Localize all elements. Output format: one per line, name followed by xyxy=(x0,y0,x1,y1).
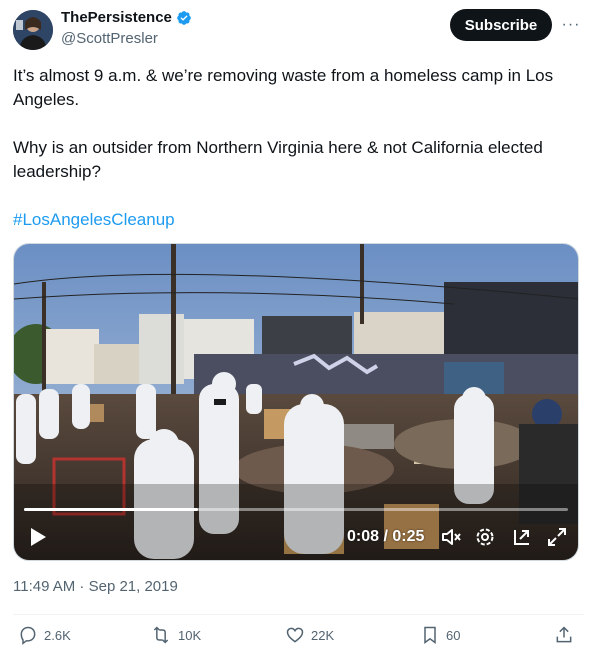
tweet-text: It’s almost 9 a.m. & we’re removing wast… xyxy=(13,64,583,232)
avatar-icon xyxy=(13,10,53,50)
hashtag-link[interactable]: #LosAngelesCleanup xyxy=(13,208,583,232)
bookmark-button[interactable]: 60 xyxy=(420,625,460,645)
action-bar: 2.6K 10K 22K 60 xyxy=(0,625,597,653)
tweet: ThePersistence @ScottPresler Subscribe ·… xyxy=(0,0,597,668)
like-button[interactable]: 22K xyxy=(285,625,334,645)
bookmark-icon xyxy=(424,626,436,644)
reply-button[interactable]: 2.6K xyxy=(18,625,71,645)
video-frame xyxy=(14,244,578,560)
play-icon[interactable] xyxy=(28,526,48,553)
like-count: 22K xyxy=(311,627,335,643)
video-progress-fill xyxy=(24,508,199,511)
video-player[interactable]: 0:08 / 0:25 xyxy=(13,243,579,561)
heart-icon xyxy=(286,627,304,643)
verified-badge-icon[interactable] xyxy=(176,10,192,26)
author-name-row[interactable]: ThePersistence xyxy=(61,9,192,26)
reply-count: 2.6K xyxy=(44,627,71,643)
share-button[interactable] xyxy=(554,625,574,645)
tweet-paragraph-2: Why is an outsider from Northern Virgini… xyxy=(13,138,543,181)
author-handle[interactable]: @ScottPresler xyxy=(61,30,158,47)
settings-icon[interactable] xyxy=(474,526,496,553)
video-time-display: 0:08 / 0:25 xyxy=(347,528,425,545)
bookmark-count: 60 xyxy=(446,627,461,643)
reply-icon xyxy=(20,626,36,645)
author-display-name[interactable]: ThePersistence xyxy=(61,9,172,26)
video-progress-bar[interactable] xyxy=(24,508,568,511)
tweet-paragraph-1: It’s almost 9 a.m. & we’re removing wast… xyxy=(13,66,554,109)
video-controls: 0:08 / 0:25 xyxy=(14,520,578,556)
repost-button[interactable]: 10K xyxy=(150,625,201,645)
mute-icon[interactable] xyxy=(440,526,462,553)
more-options-icon[interactable]: ··· xyxy=(560,14,582,36)
pip-icon[interactable] xyxy=(511,526,533,553)
repost-icon xyxy=(153,626,169,644)
tweet-timestamp[interactable]: 11:49 AM · Sep 21, 2019 xyxy=(13,578,178,595)
avatar[interactable] xyxy=(13,10,53,50)
share-icon xyxy=(556,626,572,643)
fullscreen-icon[interactable] xyxy=(546,526,568,553)
repost-count: 10K xyxy=(178,627,202,643)
subscribe-button[interactable]: Subscribe xyxy=(450,9,552,41)
divider xyxy=(13,614,584,615)
